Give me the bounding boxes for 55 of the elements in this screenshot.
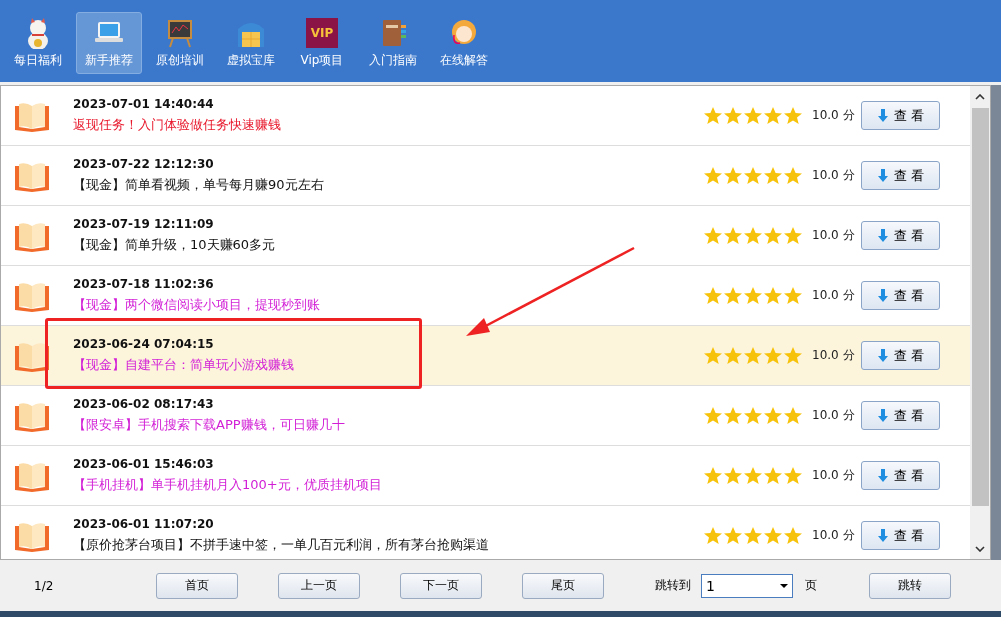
date-text: 2023-06-01 11:07:20 [73,517,215,531]
item-title: 【现金】简单看视频，单号每月赚90元左右 [73,176,325,194]
jump-label: 跳转到 [655,577,691,594]
item-title: 【现金】自建平台：简单玩小游戏赚钱 [73,356,295,374]
vip-icon: VIP [306,17,338,48]
date-text: 2023-07-18 11:02:36 [73,277,215,291]
item-title: 返现任务！入门体验做任务快速赚钱 [73,116,282,134]
page-button[interactable]: 下一页 [400,572,482,599]
page-button[interactable]: 尾页 [522,572,604,599]
list-row[interactable]: 2023-06-24 07:04:15 【现金】自建平台：简单玩小游戏赚钱 10.0 分 查 看 [1,326,970,386]
score-text: 10.0 分 [812,467,856,484]
score-text: 10.0 分 [812,347,856,364]
view-button[interactable]: 查 看 [861,461,940,490]
date-text: 2023-07-22 12:12:30 [73,157,215,171]
list-row[interactable]: 2023-07-01 14:40:44 返现任务！入门体验做任务快速赚钱 10.0 分 查 看 [1,86,970,146]
toolbar-button[interactable]: 虚拟宝库 [218,11,284,74]
toolbar-button[interactable]: VIP Vip项目 [289,11,355,74]
date-text: 2023-07-19 12:11:09 [73,217,215,231]
date-text: 2023-06-01 15:46:03 [73,457,215,471]
score-text: 10.0 分 [812,227,856,244]
date-text: 2023-07-01 14:40:44 [73,97,215,111]
page-button[interactable]: 上一页 [278,572,360,599]
view-button[interactable]: 查 看 [861,341,940,370]
view-button[interactable]: 查 看 [861,521,940,550]
item-title: 【手机挂机】单手机挂机月入100+元，优质挂机项目 [73,476,383,494]
page-unit: 页 [805,577,817,594]
list-row[interactable]: 2023-06-02 08:17:43 【限安卓】手机搜索下载APP赚钱，可日赚几十 10.0 分 查 看 [1,386,970,446]
view-button[interactable]: 查 看 [861,101,940,130]
view-button[interactable]: 查 看 [861,161,940,190]
score-text: 10.0 分 [812,287,856,304]
page-select[interactable]: 1 [701,573,793,598]
score-text: 10.0 分 [812,407,856,424]
date-text: 2023-06-24 07:04:15 [73,337,215,351]
date-text: 2023-06-02 08:17:43 [73,397,215,411]
list-row[interactable]: 2023-07-19 12:11:09 【现金】简单升级，10天赚60多元 10.0 分 查 看 [1,206,970,266]
view-button[interactable]: 查 看 [861,281,940,310]
page-indicator: 1/2 [34,578,55,593]
item-title: 【限安卓】手机搜索下载APP赚钱，可日赚几十 [73,416,346,434]
list-row[interactable]: 2023-06-01 11:07:20 【原价抢茅台项目】不拼手速中签，一单几百元利润，所有茅台抢购渠道 10.0 分 查 看 [1,506,970,559]
toolbar-button[interactable]: 原创培训 [147,11,213,74]
item-title: 【原价抢茅台项目】不拼手速中签，一单几百元利润，所有茅台抢购渠道 [73,536,490,554]
go-button[interactable]: 跳转 [869,572,951,599]
score-text: 10.0 分 [812,167,856,184]
list-row[interactable]: 2023-06-01 15:46:03 【手机挂机】单手机挂机月入100+元，优质挂机项目 10.0 分 查 看 [1,446,970,506]
toolbar-button[interactable]: 入门指南 [360,11,426,74]
toolbar-button[interactable]: 在线解答 [431,11,497,74]
item-title: 【现金】简单升级，10天赚60多元 [73,236,277,254]
item-title: 【现金】两个微信阅读小项目，提现秒到账 [73,296,321,314]
view-button[interactable]: 查 看 [861,221,940,250]
page-button[interactable]: 首页 [156,572,238,599]
list-row[interactable]: 2023-07-22 12:12:30 【现金】简单看视频，单号每月赚90元左右 10.0 分 查 看 [1,146,970,206]
view-button[interactable]: 查 看 [861,401,940,430]
score-text: 10.0 分 [812,527,856,544]
toolbar-button[interactable]: 每日福利 [5,11,71,74]
score-text: 10.0 分 [812,107,856,124]
